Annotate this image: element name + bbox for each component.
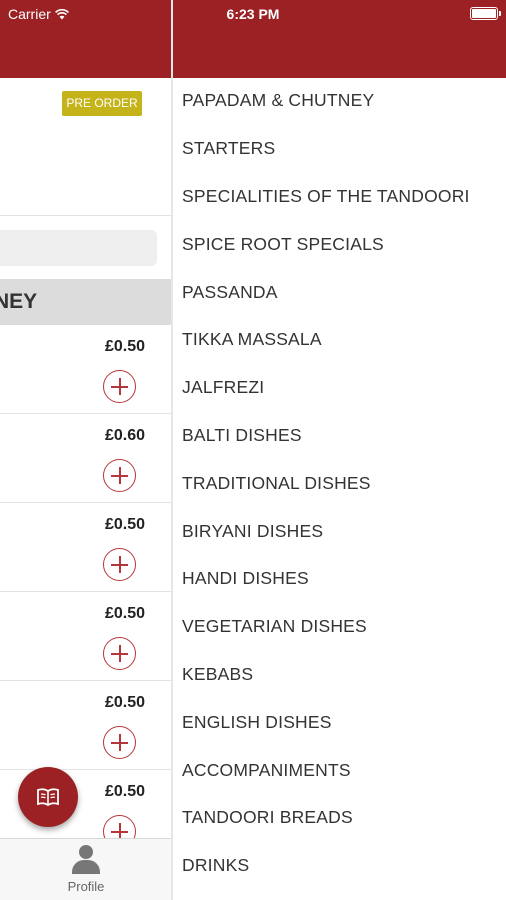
item-price: £0.50 [104, 516, 145, 533]
category-item-passanda[interactable]: PASSANDA [173, 268, 506, 316]
item-price: £0.60 [104, 427, 145, 444]
category-item-vegetarian-dishes[interactable]: VEGETARIAN DISHES [173, 603, 506, 651]
category-item-balti-dishes[interactable]: BALTI DISHES [173, 412, 506, 460]
add-item-icon[interactable] [103, 370, 136, 403]
category-item-papadam-chutney[interactable]: PAPADAM & CHUTNEY [173, 77, 506, 125]
category-item-tikka-massala[interactable]: TIKKA MASSALA [173, 316, 506, 364]
divider [0, 591, 172, 592]
category-item-starters[interactable]: STARTERS [173, 125, 506, 173]
tab-bar: Profile [0, 838, 172, 900]
category-item-drinks[interactable]: DRINKS [173, 842, 506, 890]
tab-profile-label: Profile [67, 879, 105, 894]
category-item-kebabs[interactable]: KEBABS [173, 651, 506, 699]
category-item-accompaniments[interactable]: ACCOMPANIMENTS [173, 746, 506, 794]
tab-profile[interactable]: Profile [58, 845, 114, 894]
add-item-icon[interactable] [103, 459, 136, 492]
category-item-traditional-dishes[interactable]: TRADITIONAL DISHES [173, 459, 506, 507]
status-bar: Carrier 6:23 PM [0, 0, 506, 28]
battery-icon [470, 7, 501, 20]
divider [0, 680, 172, 681]
category-item-jalfrezi[interactable]: JALFREZI [173, 364, 506, 412]
book-icon [37, 788, 59, 807]
category-list: PAPADAM & CHUTNEY STARTERS SPECIALITIES … [173, 77, 506, 890]
preorder-badge[interactable]: PRE ORDER [62, 91, 142, 116]
category-item-specialities-tandoori[interactable]: SPECIALITIES OF THE TANDOORI [173, 173, 506, 221]
profile-icon [70, 845, 102, 875]
category-side-menu: PAPADAM & CHUTNEY STARTERS SPECIALITIES … [173, 0, 506, 900]
category-header: NEY [0, 279, 172, 325]
add-item-icon[interactable] [103, 548, 136, 581]
menu-book-button[interactable] [18, 767, 78, 827]
category-item-spice-root-specials[interactable]: SPICE ROOT SPECIALS [173, 220, 506, 268]
item-price: £0.50 [104, 694, 145, 711]
category-heading: NEY [0, 290, 38, 313]
item-price: £0.50 [104, 338, 145, 355]
pane-divider [171, 0, 173, 900]
category-item-biryani-dishes[interactable]: BIRYANI DISHES [173, 507, 506, 555]
status-time: 6:23 PM [226, 6, 280, 22]
search-input[interactable] [0, 230, 157, 266]
divider [0, 215, 172, 216]
category-item-english-dishes[interactable]: ENGLISH DISHES [173, 698, 506, 746]
divider [0, 413, 172, 414]
divider [0, 769, 172, 770]
category-item-tandoori-breads[interactable]: TANDOORI BREADS [173, 794, 506, 842]
item-price: £0.50 [104, 783, 145, 800]
add-item-icon[interactable] [103, 637, 136, 670]
item-price: £0.50 [104, 605, 145, 622]
category-item-handi-dishes[interactable]: HANDI DISHES [173, 555, 506, 603]
add-item-icon[interactable] [103, 726, 136, 759]
divider [0, 502, 172, 503]
main-content: PRE ORDER NEY £0.50 £0.60 £0.50 £0.50 £0… [0, 0, 172, 900]
